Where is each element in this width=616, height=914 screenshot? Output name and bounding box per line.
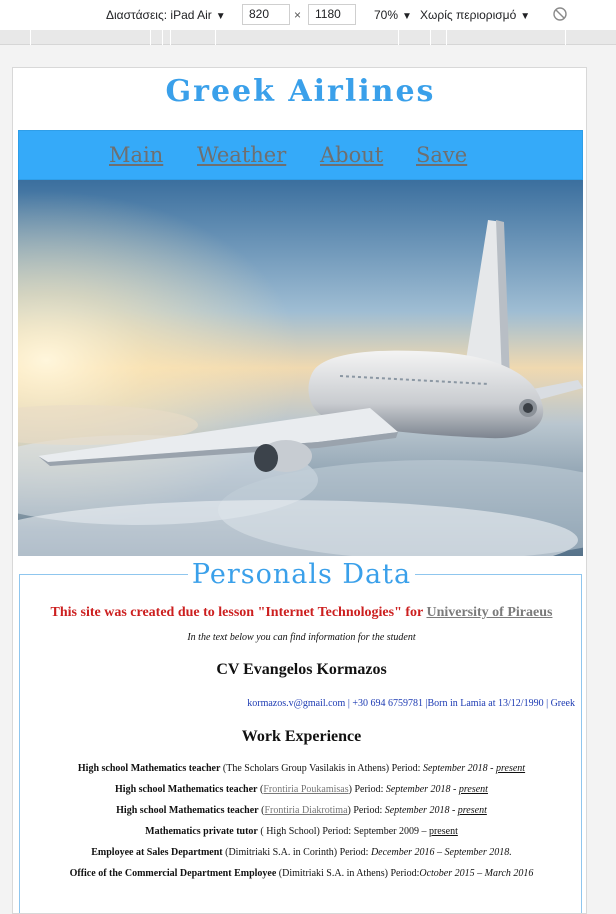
nav-link-main[interactable]: Main: [109, 143, 163, 167]
devtools-toolbar: Διαστάσεις: iPad Air ▼ 820 × 1180 70% ▼ Χω…: [0, 0, 616, 30]
job-detail: (Dimitriaki S.A. in Corinth) Period:: [222, 847, 371, 858]
viewport-gutter-right: [587, 67, 616, 914]
school-link[interactable]: Frontiria Poukamisas: [263, 784, 348, 795]
job-detail: ( High School) Period: September 2009 –: [257, 826, 429, 837]
media-query-ruler[interactable]: [0, 30, 616, 45]
job-role: High school Mathematics teacher: [116, 805, 259, 816]
contact-info: kormazos.v@gmail.com | +30 694 6759781 |…: [247, 698, 575, 709]
width-input[interactable]: 820: [242, 4, 290, 25]
times-sign: ×: [294, 8, 302, 22]
job-present: present: [496, 763, 526, 774]
job-detail-post: ) Period:: [347, 805, 385, 816]
height-input[interactable]: 1180: [308, 4, 356, 25]
nav-link-about[interactable]: About: [320, 143, 383, 167]
personals-data-section: Personals Data This site was created due…: [19, 559, 583, 913]
list-item: High school Mathematics teacher (Frontir…: [20, 784, 583, 805]
job-period: September 2018 -: [384, 805, 458, 816]
job-detail: (The Scholars Group Vasilakis in Athens)…: [220, 763, 423, 774]
job-present: present: [428, 826, 458, 837]
job-role: High school Mathematics teacher: [115, 784, 258, 795]
work-experience-title: Work Experience: [241, 728, 362, 745]
job-detail-post: ) Period:: [348, 784, 386, 795]
section-legend: Personals Data: [20, 559, 583, 590]
throttle-select[interactable]: Χωρίς περιορισμό ▼: [420, 8, 530, 22]
job-role: Mathematics private tutor: [145, 826, 258, 837]
job-role: Office of the Commercial Department Empl…: [69, 868, 277, 879]
notice-text: This site was created due to lesson "Int…: [50, 605, 427, 620]
chevron-down-icon: ▼: [520, 11, 531, 22]
nav-link-weather[interactable]: Weather: [197, 143, 286, 167]
zoom-select[interactable]: 70% ▼: [374, 8, 412, 22]
chevron-down-icon: ▼: [215, 11, 226, 22]
site-title: Greek Airlines: [165, 74, 436, 109]
job-detail: (Dimitriaki S.A. in Athens) Period:: [276, 868, 420, 879]
course-notice: This site was created due to lesson "Int…: [20, 605, 583, 621]
viewport-gutter: [0, 45, 616, 67]
rotate-disabled-icon[interactable]: [552, 6, 568, 22]
job-role: Employee at Sales Department: [91, 847, 223, 858]
device-label: Διαστάσεις: iPad Air: [106, 8, 212, 22]
list-item: Office of the Commercial Department Empl…: [20, 868, 583, 889]
job-role: High school Mathematics teacher: [77, 763, 221, 774]
airplane-hero-image: [18, 180, 583, 556]
device-select[interactable]: Διαστάσεις: iPad Air ▼: [106, 8, 226, 22]
main-navbar: Main Weather About Save: [18, 130, 583, 180]
list-item: Mathematics private tutor ( High School)…: [20, 826, 583, 847]
chevron-down-icon: ▼: [402, 11, 412, 22]
zoom-label: 70%: [374, 8, 399, 22]
viewport-gutter-left: [0, 67, 12, 914]
cv-title: CV Evangelos Kormazos: [216, 661, 387, 678]
list-item: Employee at Sales Department (Dimitriaki…: [20, 847, 583, 868]
emulated-page: Greek Airlines Main Weather About Save P…: [12, 67, 587, 914]
list-item: High school Mathematics teacher (Frontir…: [20, 805, 583, 826]
job-period: September 2018 -: [422, 763, 497, 774]
list-item: High school Mathematics teacher (The Sch…: [20, 763, 583, 784]
throttle-label: Χωρίς περιορισμό: [420, 8, 517, 22]
job-period: October 2015 – March 2016: [419, 868, 534, 879]
job-present: present: [458, 784, 488, 795]
work-experience-list: High school Mathematics teacher (The Sch…: [20, 763, 583, 889]
job-present: present: [457, 805, 487, 816]
job-period: December 2016 – September 2018.: [370, 847, 512, 858]
section-heading: Personals Data: [187, 559, 416, 590]
job-period: September 2018 -: [385, 784, 459, 795]
university-link[interactable]: University of Piraeus: [426, 605, 552, 620]
intro-text: In the text below you can find informati…: [187, 632, 416, 643]
nav-link-save[interactable]: Save: [416, 143, 467, 167]
school-link[interactable]: Frontiria Diakrotima: [264, 805, 347, 816]
